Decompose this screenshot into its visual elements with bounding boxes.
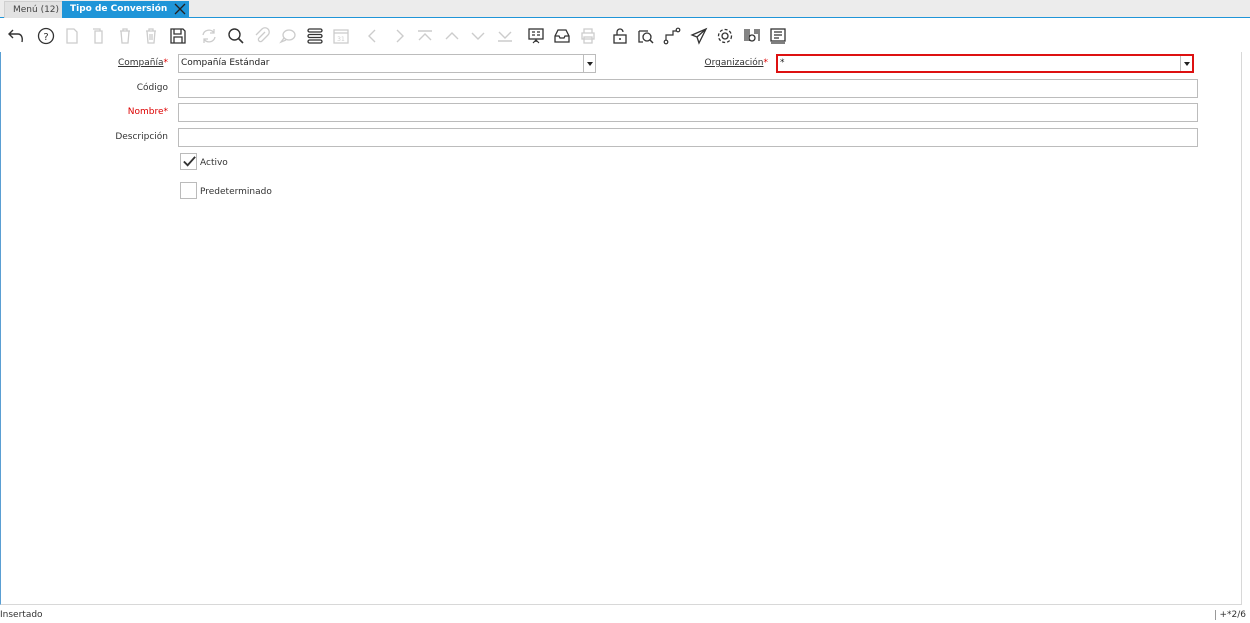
check-icon	[183, 156, 196, 167]
first-record-icon[interactable]	[413, 24, 437, 48]
refresh-icon[interactable]	[197, 24, 221, 48]
tab-tipo-de-conversion[interactable]: Tipo de Conversión	[62, 1, 190, 18]
new-record-icon[interactable]	[60, 24, 84, 48]
required-mark: *	[163, 107, 169, 117]
find-icon[interactable]	[224, 24, 248, 48]
calendar-icon[interactable]: 31	[329, 24, 353, 48]
report-icon[interactable]	[524, 24, 548, 48]
code-field[interactable]	[178, 79, 1198, 98]
toolbar: ? 31	[0, 19, 1250, 52]
tab-bar: Menú (12) Tipo de Conversión	[0, 0, 1250, 18]
parent-record-icon[interactable]	[440, 24, 464, 48]
company-label-text: Compañía	[117, 58, 164, 68]
description-label: Descripción	[115, 132, 168, 142]
workflow-icon[interactable]	[660, 24, 684, 48]
code-label: Código	[136, 83, 168, 93]
form-panel: Compañía* Compañía Estándar Organización…	[0, 52, 1242, 605]
chevron-down-icon[interactable]	[1180, 56, 1192, 71]
company-select[interactable]: Compañía Estándar	[178, 54, 596, 73]
name-label-text: Nombre	[127, 107, 164, 117]
delete-selection-icon[interactable]	[139, 24, 163, 48]
last-record-icon[interactable]	[493, 24, 517, 48]
grid-toggle-icon[interactable]	[303, 24, 327, 48]
product-info-icon[interactable]	[740, 24, 764, 48]
close-icon[interactable]	[174, 3, 186, 15]
process-icon[interactable]	[713, 24, 737, 48]
copy-record-icon[interactable]	[86, 24, 110, 48]
name-label: Nombre*	[61, 107, 168, 117]
tab-label: Tipo de Conversión	[70, 4, 168, 14]
name-field[interactable]	[178, 103, 1198, 122]
record-navigation-info: +*2/6	[1215, 610, 1246, 620]
next-record-icon[interactable]	[387, 24, 411, 48]
organization-select[interactable]: *	[776, 54, 1194, 73]
request-icon[interactable]	[687, 24, 711, 48]
default-checkbox[interactable]	[180, 182, 197, 199]
required-mark: *	[163, 58, 169, 68]
lock-icon[interactable]	[608, 24, 632, 48]
organization-value: *	[780, 58, 785, 68]
organization-label-text: Organización	[704, 58, 764, 68]
organization-label: Organización*	[661, 58, 768, 68]
required-mark: *	[763, 58, 769, 68]
undo-icon[interactable]	[4, 24, 28, 48]
status-bar: Insertado +*2/6	[0, 606, 1250, 623]
attachment-icon[interactable]	[250, 24, 274, 48]
print-icon[interactable]	[576, 24, 600, 48]
export-icon[interactable]	[766, 24, 790, 48]
archive-icon[interactable]	[550, 24, 574, 48]
previous-record-icon[interactable]	[361, 24, 385, 48]
status-message: Insertado	[0, 610, 43, 620]
default-label: Predeterminado	[200, 187, 272, 197]
help-icon[interactable]: ?	[34, 24, 58, 48]
delete-icon[interactable]	[113, 24, 137, 48]
zoom-across-icon[interactable]	[634, 24, 658, 48]
svg-text:?: ?	[43, 32, 48, 43]
tab-menu[interactable]: Menú (12)	[4, 1, 69, 18]
description-field[interactable]	[178, 128, 1198, 147]
company-value: Compañía Estándar	[181, 58, 270, 68]
svg-text:31: 31	[337, 36, 345, 43]
save-icon[interactable]	[166, 24, 190, 48]
chevron-down-icon[interactable]	[583, 55, 595, 72]
detail-record-icon[interactable]	[466, 24, 490, 48]
active-checkbox[interactable]	[180, 153, 197, 170]
chat-icon[interactable]	[276, 24, 300, 48]
company-label: Compañía*	[61, 58, 168, 68]
active-label: Activo	[200, 158, 228, 168]
